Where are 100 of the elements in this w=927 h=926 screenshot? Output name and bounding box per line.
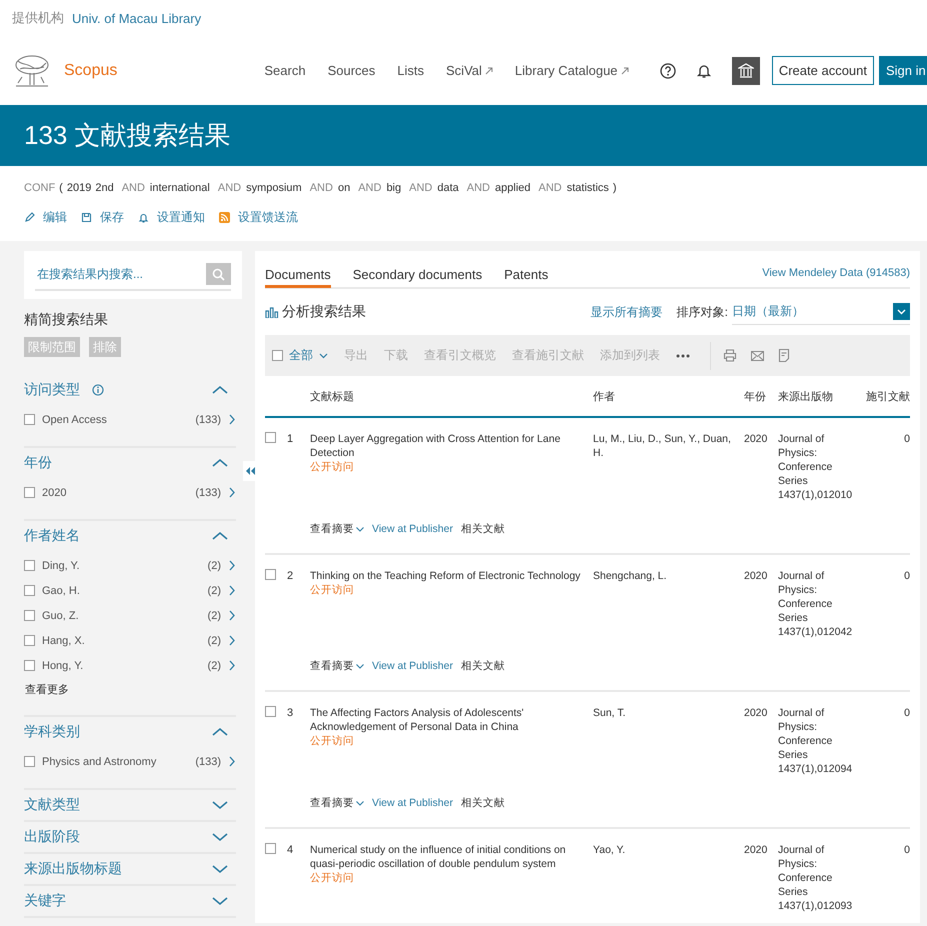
filter-section-title: 学科类别 bbox=[24, 723, 80, 741]
view-abstract-button[interactable]: 查看摘要 bbox=[310, 522, 364, 536]
related-documents-link[interactable]: 相关文献 bbox=[460, 796, 505, 810]
chevron-right-icon[interactable] bbox=[228, 585, 236, 596]
filter-option[interactable]: Hong, Y. bbox=[42, 660, 84, 672]
query-action-link[interactable]: 设置通知 bbox=[138, 210, 205, 224]
checkbox[interactable] bbox=[265, 843, 276, 854]
chevron-down-icon[interactable] bbox=[212, 800, 228, 810]
more-icon[interactable] bbox=[676, 354, 690, 358]
chevron-up-icon[interactable] bbox=[212, 458, 228, 468]
checkbox[interactable] bbox=[24, 585, 35, 596]
mendeley-link[interactable]: View Mendeley Data (914583) bbox=[762, 267, 910, 279]
mail-icon[interactable] bbox=[751, 350, 764, 360]
checkbox[interactable] bbox=[265, 569, 276, 580]
checkbox[interactable] bbox=[24, 414, 35, 425]
filter-option[interactable]: Hang, X. bbox=[42, 634, 85, 646]
filter-option[interactable]: Physics and Astronomy bbox=[42, 756, 156, 768]
checkbox[interactable] bbox=[24, 756, 35, 767]
chevron-right-icon[interactable] bbox=[228, 414, 236, 425]
checkbox[interactable] bbox=[24, 635, 35, 646]
related-documents-link[interactable]: 相关文献 bbox=[460, 522, 505, 536]
query-action-link[interactable]: 编辑 bbox=[24, 210, 67, 224]
chevron-right-icon[interactable] bbox=[228, 756, 236, 767]
nav-link[interactable]: Lists bbox=[397, 63, 424, 78]
select-all-button[interactable]: 全部 bbox=[272, 347, 328, 364]
checkbox[interactable] bbox=[24, 610, 35, 621]
chevron-right-icon[interactable] bbox=[228, 560, 236, 571]
document-title-link[interactable]: Thinking on the Teaching Reform of Electronic Technology bbox=[310, 569, 587, 583]
help-icon[interactable] bbox=[660, 62, 676, 78]
view-abstract-button[interactable]: 查看摘要 bbox=[310, 659, 364, 673]
chevron-down-icon[interactable] bbox=[212, 864, 228, 874]
query-term: international bbox=[150, 182, 210, 194]
chevron-up-icon[interactable] bbox=[212, 385, 228, 395]
collapse-handle[interactable] bbox=[243, 461, 257, 481]
tab[interactable]: Secondary documents bbox=[352, 260, 482, 288]
publisher-link[interactable]: View at Publisher bbox=[372, 659, 453, 673]
nav-link[interactable]: Library Catalogue bbox=[514, 63, 629, 78]
publisher-link[interactable]: View at Publisher bbox=[372, 522, 453, 536]
filter-option[interactable]: 2020 bbox=[42, 486, 66, 498]
filter-count: (133) bbox=[195, 756, 221, 768]
nav-link[interactable]: SciVal bbox=[446, 63, 493, 78]
document-title-link[interactable]: The Affecting Factors Analysis of Adolescents' Acknowledgement of Personal Data in China bbox=[310, 706, 587, 734]
authors-cell-text: Sun, T. bbox=[593, 706, 626, 721]
chevron-right-icon[interactable] bbox=[228, 635, 236, 646]
column-header: 作者 bbox=[593, 390, 616, 404]
chevron-down-icon[interactable] bbox=[212, 896, 228, 906]
chevron-down-icon[interactable] bbox=[212, 832, 228, 842]
tab[interactable]: Documents bbox=[265, 260, 331, 288]
nav-link[interactable]: Sources bbox=[328, 63, 376, 78]
institution-button[interactable] bbox=[732, 56, 760, 84]
query-action-link[interactable]: 保存 bbox=[81, 210, 124, 224]
chevron-right-icon[interactable] bbox=[228, 610, 236, 621]
view-abstract-button[interactable]: 查看摘要 bbox=[310, 796, 364, 810]
checkbox[interactable] bbox=[265, 706, 276, 717]
query-operator: AND bbox=[538, 182, 562, 194]
show-abstracts-link[interactable]: 显示所有摘要 bbox=[590, 304, 663, 320]
analyze-button[interactable]: 分析搜索结果 bbox=[265, 303, 366, 321]
document-title-link[interactable]: Numerical study on the influence of initial conditions on quasi-periodic oscillation of double pendulum system bbox=[310, 843, 587, 871]
institution-link[interactable]: Univ. of Macau Library bbox=[72, 10, 202, 26]
document-icon[interactable] bbox=[778, 349, 790, 362]
checkbox[interactable] bbox=[24, 660, 35, 671]
checkbox[interactable] bbox=[272, 350, 283, 361]
tab[interactable]: Patents bbox=[504, 260, 548, 288]
bar-chart-icon bbox=[265, 306, 279, 318]
column-header: 来源出版物 bbox=[778, 390, 834, 404]
filter-option[interactable]: Guo, Z. bbox=[42, 610, 79, 622]
open-access-label: 公开访问 bbox=[310, 871, 355, 885]
search-field[interactable]: 在搜索结果内搜索... bbox=[35, 261, 231, 291]
filter-count: (133) bbox=[195, 486, 221, 498]
query-action-link[interactable]: 设置馈送流 bbox=[219, 210, 298, 224]
caret-down-icon bbox=[897, 308, 906, 314]
create-account-button[interactable]: Create account bbox=[772, 56, 874, 85]
query-operator: AND bbox=[409, 182, 432, 194]
publisher-link[interactable]: View at Publisher bbox=[372, 796, 453, 810]
source-cell-text: Journal of Physics: Conference Series 1437(1),012010 bbox=[778, 432, 854, 502]
query-term: applied bbox=[495, 182, 530, 194]
chevron-up-icon[interactable] bbox=[212, 727, 228, 737]
filter-option[interactable]: Gao, H. bbox=[42, 584, 80, 596]
column-header: 文献标题 bbox=[310, 390, 355, 404]
bell-icon[interactable] bbox=[696, 62, 712, 78]
nav-link[interactable]: Search bbox=[264, 63, 306, 78]
search-input[interactable]: 在搜索结果内搜索... bbox=[35, 266, 206, 282]
info-icon[interactable] bbox=[92, 384, 104, 396]
checkbox[interactable] bbox=[24, 560, 35, 571]
print-icon[interactable] bbox=[723, 349, 737, 362]
query-term: data bbox=[437, 182, 459, 194]
chevron-right-icon[interactable] bbox=[228, 660, 236, 671]
document-title-link[interactable]: Deep Layer Aggregation with Cross Attention for Lane Detection bbox=[310, 432, 587, 460]
sign-in-button[interactable]: Sign in bbox=[879, 56, 927, 85]
related-documents-link[interactable]: 相关文献 bbox=[460, 659, 505, 673]
floppy-icon bbox=[81, 212, 92, 222]
checkbox[interactable] bbox=[265, 432, 276, 443]
checkbox[interactable] bbox=[24, 487, 35, 498]
chevron-up-icon[interactable] bbox=[212, 531, 228, 541]
show-more-link[interactable]: 查看更多 bbox=[25, 682, 236, 697]
chevron-right-icon[interactable] bbox=[228, 487, 236, 498]
filter-section-title: 年份 bbox=[24, 454, 52, 472]
sort-dropdown[interactable]: 日期（最新） bbox=[732, 300, 910, 324]
filter-option[interactable]: Ding, Y. bbox=[42, 560, 80, 572]
filter-option[interactable]: Open Access bbox=[42, 414, 107, 426]
